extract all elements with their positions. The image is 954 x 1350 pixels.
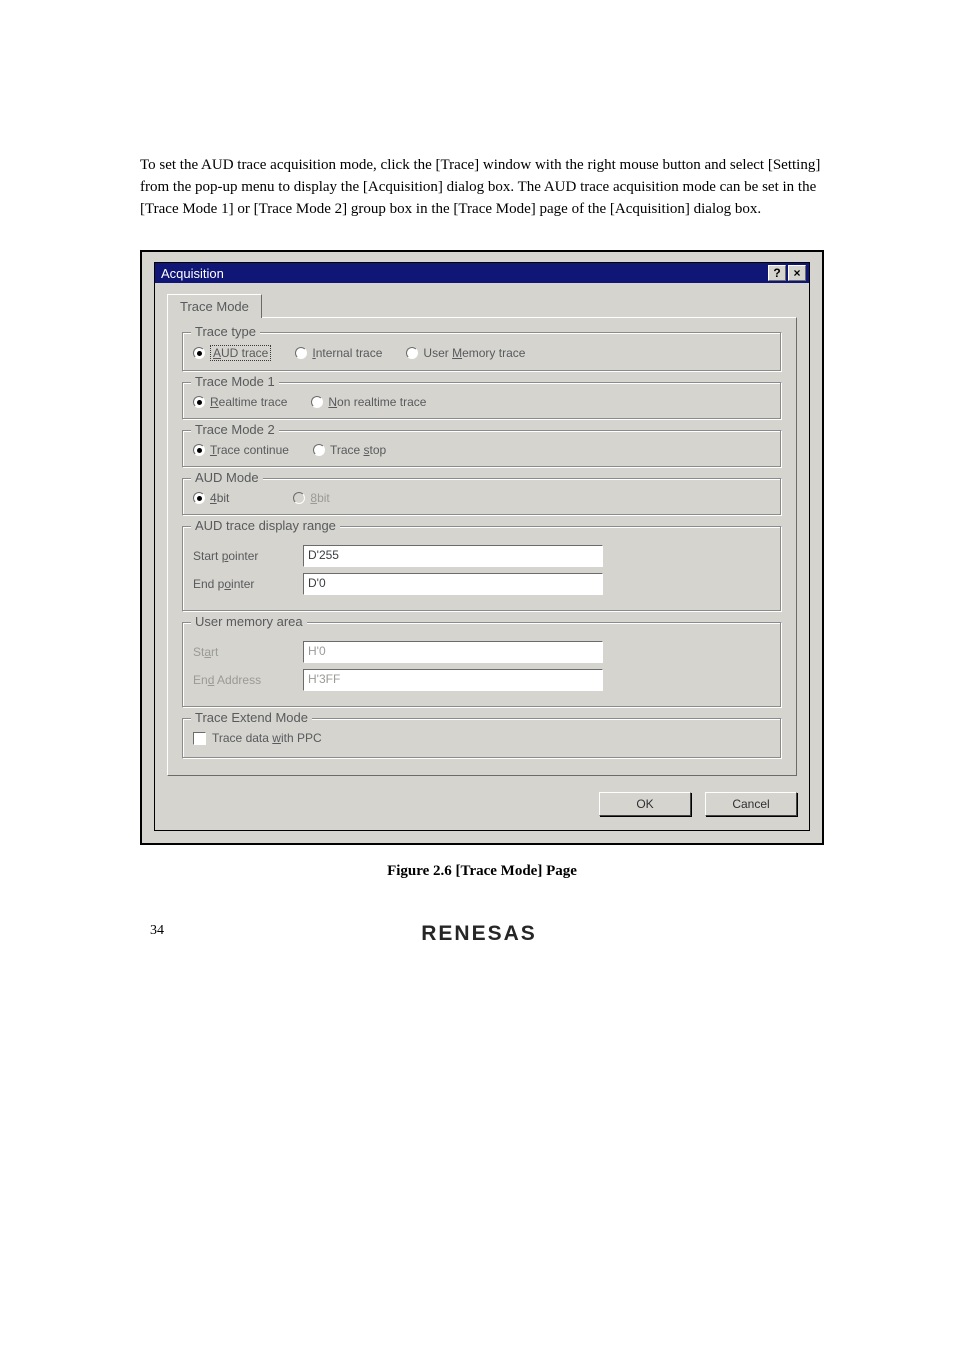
group-trace-mode-1: Trace Mode 1 Realtime trace Non realtime… [182, 382, 782, 420]
radio-dot-icon [193, 444, 205, 456]
ok-button[interactable]: OK [599, 792, 691, 816]
figure-caption: Figure 2.6 [Trace Mode] Page [140, 863, 824, 880]
group-label-trace-type: Trace type [191, 324, 260, 339]
intro-paragraph: To set the AUD trace acquisition mode, c… [140, 155, 824, 220]
radio-trace-continue[interactable]: Trace continue [193, 443, 289, 457]
group-label-extend-mode: Trace Extend Mode [191, 710, 312, 725]
group-aud-mode: AUD Mode 4bit 8bit [182, 478, 782, 516]
user-start-label: Start [193, 645, 303, 659]
group-extend-mode: Trace Extend Mode Trace data with PPC [182, 718, 782, 759]
radio-realtime-trace[interactable]: Realtime trace [193, 395, 287, 409]
renesas-logo: RENESAS [421, 922, 537, 945]
radio-4bit[interactable]: 4bit [193, 491, 229, 505]
end-pointer-label: End pointer [193, 577, 303, 591]
dialog-title: Acquisition [161, 266, 224, 281]
radio-dot-icon [311, 396, 323, 408]
radio-dot-icon [193, 396, 205, 408]
checkbox-trace-ppc[interactable]: Trace data with PPC [193, 731, 322, 745]
start-pointer-input[interactable]: D'255 [303, 545, 603, 567]
start-pointer-label: Start pointer [193, 549, 303, 563]
tab-panel: Trace type AUD trace Internal trace U [167, 317, 797, 776]
acquisition-dialog: Acquisition ? × Trace Mode Trace type AU… [154, 262, 810, 831]
radio-dot-icon [313, 444, 325, 456]
radio-dot-icon [193, 347, 205, 359]
user-end-input: H'3FF [303, 669, 603, 691]
group-label-aud-mode: AUD Mode [191, 470, 263, 485]
radio-user-memory-trace[interactable]: User Memory trace [406, 346, 525, 360]
user-start-input: H'0 [303, 641, 603, 663]
radio-aud-trace[interactable]: AUD trace [193, 345, 271, 361]
help-button[interactable]: ? [768, 265, 786, 281]
group-user-memory: User memory area Start H'0 End Address H… [182, 622, 782, 708]
radio-trace-stop[interactable]: Trace stop [313, 443, 386, 457]
group-label-trace-mode-2: Trace Mode 2 [191, 422, 279, 437]
radio-non-realtime-trace[interactable]: Non realtime trace [311, 395, 426, 409]
group-label-trace-mode-1: Trace Mode 1 [191, 374, 279, 389]
group-trace-mode-2: Trace Mode 2 Trace continue Trace stop [182, 430, 782, 468]
tab-trace-mode[interactable]: Trace Mode [167, 294, 262, 318]
user-end-label: End Address [193, 673, 303, 687]
cancel-button[interactable]: Cancel [705, 792, 797, 816]
radio-dot-icon [193, 492, 205, 504]
group-trace-type: Trace type AUD trace Internal trace U [182, 332, 782, 372]
group-label-display-range: AUD trace display range [191, 518, 340, 533]
end-pointer-input[interactable]: D'0 [303, 573, 603, 595]
group-label-user-memory: User memory area [191, 614, 307, 629]
group-display-range: AUD trace display range Start pointer D'… [182, 526, 782, 612]
radio-8bit: 8bit [293, 491, 329, 505]
radio-internal-trace[interactable]: Internal trace [295, 346, 382, 360]
page-number: 34 [150, 923, 164, 939]
radio-dot-icon [406, 347, 418, 359]
checkbox-box-icon [193, 732, 206, 745]
dialog-titlebar: Acquisition ? × [155, 263, 809, 283]
close-button[interactable]: × [788, 265, 806, 281]
screenshot-container: Acquisition ? × Trace Mode Trace type AU… [140, 250, 824, 845]
radio-dot-icon [293, 492, 305, 504]
radio-dot-icon [295, 347, 307, 359]
